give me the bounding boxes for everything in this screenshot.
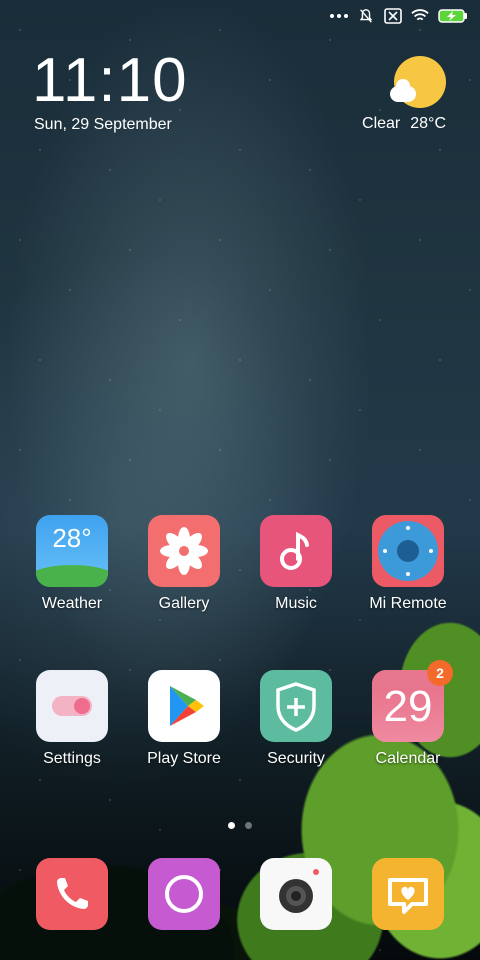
app-gallery[interactable]: Gallery — [129, 515, 239, 613]
app-weather[interactable]: 28° Weather — [17, 515, 127, 613]
app-label: Settings — [43, 750, 101, 767]
clock-widget[interactable]: 11:10 — [32, 48, 188, 114]
app-play-store[interactable]: Play Store — [129, 670, 239, 768]
no-sim-icon — [384, 8, 402, 24]
battery-charging-icon — [438, 9, 467, 23]
security-icon — [260, 670, 332, 742]
status-bar — [0, 0, 480, 32]
app-label: Calendar — [375, 750, 441, 767]
dock-feedback[interactable] — [353, 858, 463, 930]
date-text[interactable]: Sun, 29 September — [34, 116, 172, 134]
weather-summary[interactable]: Clear 28°C — [362, 115, 446, 133]
weather-icon-temperature: 28° — [52, 523, 92, 553]
app-label: Mi Remote — [369, 595, 447, 612]
app-label: Music — [275, 595, 317, 612]
app-security[interactable]: Security — [241, 670, 351, 768]
settings-icon — [36, 670, 108, 742]
camera-icon — [260, 858, 332, 930]
app-mi-remote[interactable]: Mi Remote — [353, 515, 463, 613]
weather-condition: Clear — [362, 115, 401, 132]
app-music[interactable]: Music — [241, 515, 351, 613]
app-label: Security — [267, 750, 325, 767]
page-indicator — [0, 822, 480, 829]
page-dot-2[interactable] — [245, 822, 252, 829]
dock-camera[interactable] — [241, 858, 351, 930]
app-label: Weather — [41, 595, 103, 612]
mi-remote-icon — [372, 515, 444, 587]
calendar-day: 29 — [383, 682, 433, 731]
weather-icon: 28° — [36, 515, 108, 587]
app-settings[interactable]: Settings — [17, 670, 127, 768]
messaging-icon — [148, 858, 220, 930]
notifications-off-icon — [359, 9, 373, 23]
notification-badge: 2 — [427, 660, 453, 686]
dock-messaging[interactable] — [129, 858, 239, 930]
app-calendar[interactable]: 29 2 Calendar — [353, 660, 463, 768]
more-dots-icon — [330, 14, 348, 18]
play-store-icon — [148, 670, 220, 742]
feedback-icon — [372, 858, 444, 930]
dock-phone[interactable] — [17, 858, 127, 930]
cloud-icon — [390, 79, 416, 102]
app-label: Play Store — [147, 750, 221, 767]
page-dot-1[interactable] — [228, 822, 235, 829]
wifi-icon — [411, 9, 429, 21]
weather-temperature: 28°C — [410, 115, 446, 132]
music-icon — [260, 515, 332, 587]
app-label: Gallery — [158, 595, 210, 612]
phone-icon — [36, 858, 108, 930]
gallery-icon — [148, 515, 220, 587]
